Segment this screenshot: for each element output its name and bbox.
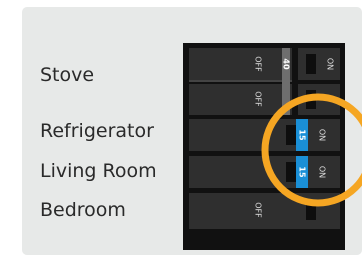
refrigerator-on-label: ON — [318, 129, 327, 141]
breaker-box-diagram: OFF 40 ON OFF 15 ON 15 ON OFF — [183, 43, 362, 250]
stove-off-label-2: OFF — [254, 91, 263, 107]
stove-off-label: OFF — [254, 56, 263, 72]
living-room-on-label: ON — [318, 166, 327, 178]
stove-amp-rating: 40 — [282, 58, 291, 70]
living-room-handle-shadow — [286, 162, 296, 182]
living-room-amp-rating: 15 — [298, 166, 307, 178]
breaker-bedroom[interactable]: OFF — [189, 193, 340, 229]
stove-on-label: ON — [326, 58, 335, 70]
refrigerator-amp-rating: 15 — [298, 129, 307, 141]
refrigerator-handle-shadow — [286, 125, 296, 145]
stove-handle-off[interactable] — [306, 54, 316, 74]
bedroom-off-label: OFF — [254, 202, 263, 218]
